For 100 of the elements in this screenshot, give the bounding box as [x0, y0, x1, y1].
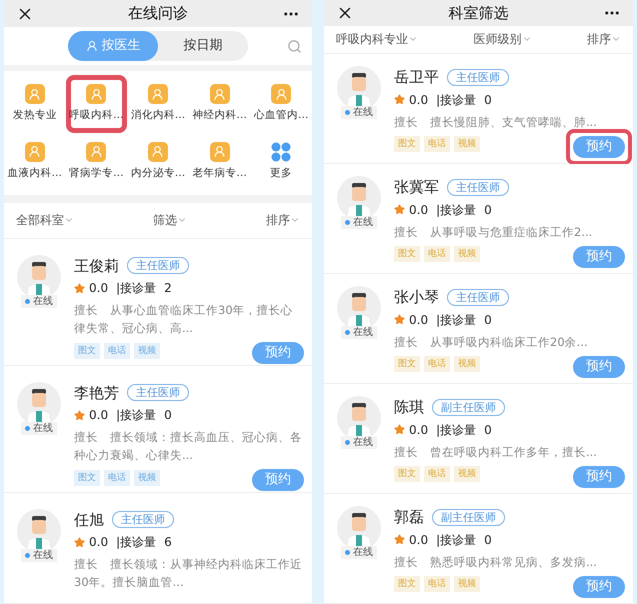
- department-item[interactable]: 肾病学专…: [66, 132, 128, 190]
- department-icon: [148, 142, 168, 162]
- department-item[interactable]: 内分泌专…: [127, 132, 189, 190]
- department-icon: [86, 84, 106, 104]
- doctor-name: 郭磊: [394, 507, 424, 528]
- service-tag: 电话: [104, 470, 130, 486]
- window-title: 在线问诊: [127, 3, 189, 24]
- service-tag: 电话: [424, 466, 450, 482]
- star-icon: [394, 424, 405, 435]
- doctor-title: 主任医师: [127, 384, 189, 402]
- service-tag: 视频: [454, 466, 480, 482]
- specialty-text: 擅长 熟悉呼吸内科常见病、多发病...: [394, 554, 598, 570]
- service-tag: 视频: [454, 136, 480, 152]
- filter-dropdown[interactable]: 全部科室: [16, 211, 74, 229]
- department-label: 肾病学专…: [69, 166, 124, 181]
- rating: 0.0: [409, 202, 428, 218]
- doctor-title: 主任医师: [112, 511, 174, 528]
- department-item[interactable]: 血液内科…: [4, 132, 66, 190]
- doctor-card[interactable]: 在线 郭磊 副主任医师 0.0 |接诊量 0 擅长 熟悉呼吸内科常见病、多发病... 图文 电话 视频 预约: [324, 494, 633, 604]
- visits-label: |接诊量: [116, 407, 156, 424]
- doctor-card[interactable]: 在线 任旭 主任医师 0.0 |接诊量 6 擅长 擅长领域：从事神经内科临床工作近30年。擅长脑血管...: [4, 492, 312, 604]
- online-status: 在线: [21, 294, 57, 308]
- department-label: 心血管内…: [254, 108, 308, 123]
- doctor-name: 李艳芳: [74, 382, 119, 404]
- specialty-text: 擅长 擅长慢阻肺、支气管哮喘、肺...: [394, 114, 598, 130]
- specialty-text: 擅长 从事心血管临床工作30年，擅长心律失常、冠心病、高...: [74, 302, 294, 337]
- doctor-card[interactable]: 在线 张冀军 主任医师 0.0 |接诊量 0 擅长 从事呼吸与危重症临床工作2... 图文 电话 视频 预约: [324, 164, 633, 274]
- online-status: 在线: [21, 422, 57, 434]
- service-tag: 图文: [394, 136, 420, 152]
- service-tag: 图文: [394, 356, 420, 372]
- department-label: 更多: [270, 166, 292, 181]
- rating: 0.0: [409, 312, 428, 328]
- service-tag: 视频: [134, 470, 160, 486]
- filter-dropdown[interactable]: 呼吸内科专业: [336, 30, 418, 48]
- visits-label: |接诊量: [436, 202, 476, 218]
- service-tag: 图文: [74, 342, 100, 358]
- specialty-text: 擅长 从事呼吸内科临床工作20余...: [394, 334, 589, 350]
- visits-label: |接诊量: [436, 422, 476, 438]
- department-item[interactable]: 心血管内…: [250, 75, 312, 133]
- filter-dropdown[interactable]: 排序: [587, 30, 621, 48]
- doctor-title: 主任医师: [447, 178, 509, 196]
- rating: 0.0: [409, 532, 428, 548]
- doctor-card[interactable]: 在线 陈琪 副主任医师 0.0 |接诊量 0 擅长 曾在呼吸内科工作多年，擅长... 图文 电话 视频 预约: [324, 384, 633, 494]
- doctor-card[interactable]: 在线 李艳芳 主任医师 0.0 |接诊量 0 擅长 擅长领域：擅长高血压、冠心病、各种心力衰竭、心律失... 图文 电话 视频 预约: [4, 366, 312, 492]
- rating: 0.0: [409, 422, 428, 438]
- service-tag: 图文: [394, 466, 420, 482]
- service-tag: 视频: [134, 342, 160, 358]
- doctor-card[interactable]: 在线 张小琴 主任医师 0.0 |接诊量 0 擅长 从事呼吸内科临床工作20余... 图文 电话 视频 预约: [324, 274, 633, 384]
- star-icon: [394, 314, 405, 325]
- doctor-card[interactable]: 在线 岳卫平 主任医师 0.0 |接诊量 0 擅长 擅长慢阻肺、支气管哮喘、肺... 图文 电话 视频 预约: [324, 54, 633, 164]
- visits-count: 0: [484, 92, 492, 108]
- service-tag: 电话: [104, 342, 130, 358]
- doctor-card[interactable]: 在线 王俊莉 主任医师 0.0 |接诊量 2 擅长 从事心血管临床工作30年，擅长心律失常、冠心病、高... 图文 电话 视频 预约: [4, 238, 312, 366]
- specialty-text: 擅长 擅长领域：从事神经内科临床工作近30年。擅长脑血管...: [74, 556, 303, 591]
- doctor-name: 王俊莉: [74, 256, 119, 276]
- department-icon: [210, 84, 230, 104]
- online-status: 在线: [341, 436, 377, 449]
- tab[interactable]: 按日期: [158, 31, 248, 62]
- visits-count: 0: [164, 407, 172, 424]
- department-label: 消化内科…: [130, 108, 186, 123]
- visits-count: 6: [164, 534, 172, 551]
- doctor-icon: [86, 40, 98, 52]
- department-icon: [24, 142, 45, 162]
- department-icon: [86, 142, 106, 162]
- online-status: 在线: [341, 546, 377, 559]
- service-tag: 图文: [394, 246, 420, 262]
- star-icon: [394, 534, 405, 545]
- department-item[interactable]: 更多: [250, 132, 312, 190]
- rating: 0.0: [89, 407, 108, 424]
- visits-count: 2: [164, 280, 172, 297]
- visits-label: |接诊量: [116, 534, 156, 551]
- service-tag: 电话: [424, 246, 450, 262]
- rating: 0.0: [409, 92, 428, 108]
- doctor-title: 主任医师: [127, 257, 189, 274]
- service-tag: 图文: [74, 470, 100, 486]
- filter-dropdown[interactable]: 医师级别: [474, 30, 532, 48]
- filter-dropdown[interactable]: 筛选: [153, 211, 187, 229]
- star-icon: [74, 282, 85, 294]
- department-icon: [271, 84, 292, 104]
- visits-count: 0: [484, 532, 492, 548]
- department-item[interactable]: 神经内科…: [188, 75, 250, 133]
- doctor-name: 任旭: [74, 510, 104, 530]
- star-icon: [74, 536, 85, 548]
- service-tag: 电话: [424, 136, 450, 152]
- department-icon: [24, 84, 45, 104]
- grid-icon: [271, 142, 292, 162]
- service-tag: 视频: [454, 246, 480, 262]
- doctor-name: 岳卫平: [394, 67, 439, 88]
- filter-dropdown[interactable]: 排序: [266, 211, 300, 229]
- department-label: 老年病专…: [192, 166, 247, 181]
- department-item[interactable]: 消化内科…: [127, 75, 189, 133]
- visits-count: 0: [484, 202, 492, 218]
- service-tag: 视频: [454, 576, 480, 592]
- doctor-title: 主任医师: [447, 288, 509, 306]
- star-icon: [74, 410, 85, 420]
- department-item[interactable]: 老年病专…: [188, 132, 250, 190]
- department-item[interactable]: 发热专业: [4, 75, 66, 133]
- doctor-name: 张冀军: [394, 177, 439, 198]
- rating: 0.0: [89, 534, 108, 551]
- visits-label: |接诊量: [436, 532, 476, 548]
